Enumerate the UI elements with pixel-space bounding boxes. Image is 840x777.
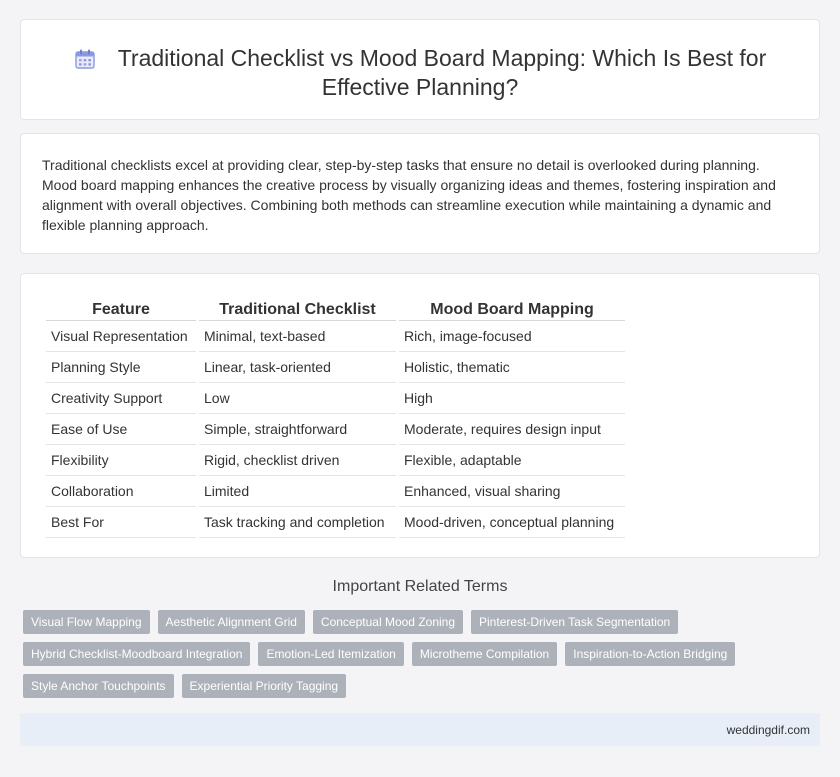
cell-moodboard: Mood-driven, conceptual planning xyxy=(399,507,625,538)
tag-pinterest-driven-task-segmentation[interactable]: Pinterest-Driven Task Segmentation xyxy=(471,610,679,634)
title-card: Traditional Checklist vs Mood Board Mapp… xyxy=(20,19,820,120)
table-row: Ease of Use Simple, straightforward Mode… xyxy=(46,414,625,445)
tag-emotion-led-itemization[interactable]: Emotion-Led Itemization xyxy=(258,642,404,666)
title-wrap: Traditional Checklist vs Mood Board Mapp… xyxy=(21,44,819,102)
table-row: Visual Representation Minimal, text-base… xyxy=(46,321,625,352)
tag-aesthetic-alignment-grid[interactable]: Aesthetic Alignment Grid xyxy=(157,610,305,634)
cell-feature: Best For xyxy=(46,507,196,538)
table-row: Planning Style Linear, task-oriented Hol… xyxy=(46,352,625,383)
summary-text: Traditional checklists excel at providin… xyxy=(42,157,776,233)
table-row: Creativity Support Low High xyxy=(46,383,625,414)
table-row: Best For Task tracking and completion Mo… xyxy=(46,507,625,538)
comparison-card: Feature Traditional Checklist Mood Board… xyxy=(20,273,820,558)
table-header-row: Feature Traditional Checklist Mood Board… xyxy=(46,296,625,321)
cell-moodboard: Moderate, requires design input xyxy=(399,414,625,445)
cell-checklist: Rigid, checklist driven xyxy=(199,445,396,476)
header-traditional-checklist: Traditional Checklist xyxy=(199,296,396,321)
cell-feature: Collaboration xyxy=(46,476,196,507)
cell-feature: Visual Representation xyxy=(46,321,196,352)
cell-checklist: Task tracking and completion xyxy=(199,507,396,538)
cell-feature: Creativity Support xyxy=(46,383,196,414)
cell-moodboard: Flexible, adaptable xyxy=(399,445,625,476)
tag-visual-flow-mapping[interactable]: Visual Flow Mapping xyxy=(23,610,150,634)
cell-feature: Flexibility xyxy=(46,445,196,476)
comparison-table: Feature Traditional Checklist Mood Board… xyxy=(43,296,628,538)
cell-moodboard: Rich, image-focused xyxy=(399,321,625,352)
page-title: Traditional Checklist vs Mood Board Mapp… xyxy=(117,45,767,100)
summary-card: Traditional checklists excel at providin… xyxy=(20,133,820,254)
tag-hybrid-checklist-moodboard-integration[interactable]: Hybrid Checklist-Moodboard Integration xyxy=(23,642,251,666)
cell-moodboard: Holistic, thematic xyxy=(399,352,625,383)
tag-style-anchor-touchpoints[interactable]: Style Anchor Touchpoints xyxy=(23,674,174,698)
cell-checklist: Minimal, text-based xyxy=(199,321,396,352)
footer-site-link[interactable]: weddingdif.com xyxy=(727,723,810,737)
tag-conceptual-mood-zoning[interactable]: Conceptual Mood Zoning xyxy=(312,610,464,634)
cell-checklist: Limited xyxy=(199,476,396,507)
header-feature: Feature xyxy=(46,296,196,321)
cell-moodboard: Enhanced, visual sharing xyxy=(399,476,625,507)
table-row: Collaboration Limited Enhanced, visual s… xyxy=(46,476,625,507)
tag-experiential-priority-tagging[interactable]: Experiential Priority Tagging xyxy=(181,674,347,698)
cell-moodboard: High xyxy=(399,383,625,414)
cell-feature: Planning Style xyxy=(46,352,196,383)
related-terms-tags: Visual Flow Mapping Aesthetic Alignment … xyxy=(23,610,783,706)
header-mood-board-mapping: Mood Board Mapping xyxy=(399,296,625,321)
tag-inspiration-to-action-bridging[interactable]: Inspiration-to-Action Bridging xyxy=(565,642,736,666)
cell-feature: Ease of Use xyxy=(46,414,196,445)
cell-checklist: Low xyxy=(199,383,396,414)
tag-microtheme-compilation[interactable]: Microtheme Compilation xyxy=(411,642,558,666)
cell-checklist: Linear, task-oriented xyxy=(199,352,396,383)
footer: weddingdif.com xyxy=(20,713,820,746)
cell-checklist: Simple, straightforward xyxy=(199,414,396,445)
table-row: Flexibility Rigid, checklist driven Flex… xyxy=(46,445,625,476)
calendar-icon xyxy=(75,49,95,69)
related-terms-title: Important Related Terms xyxy=(332,578,508,595)
